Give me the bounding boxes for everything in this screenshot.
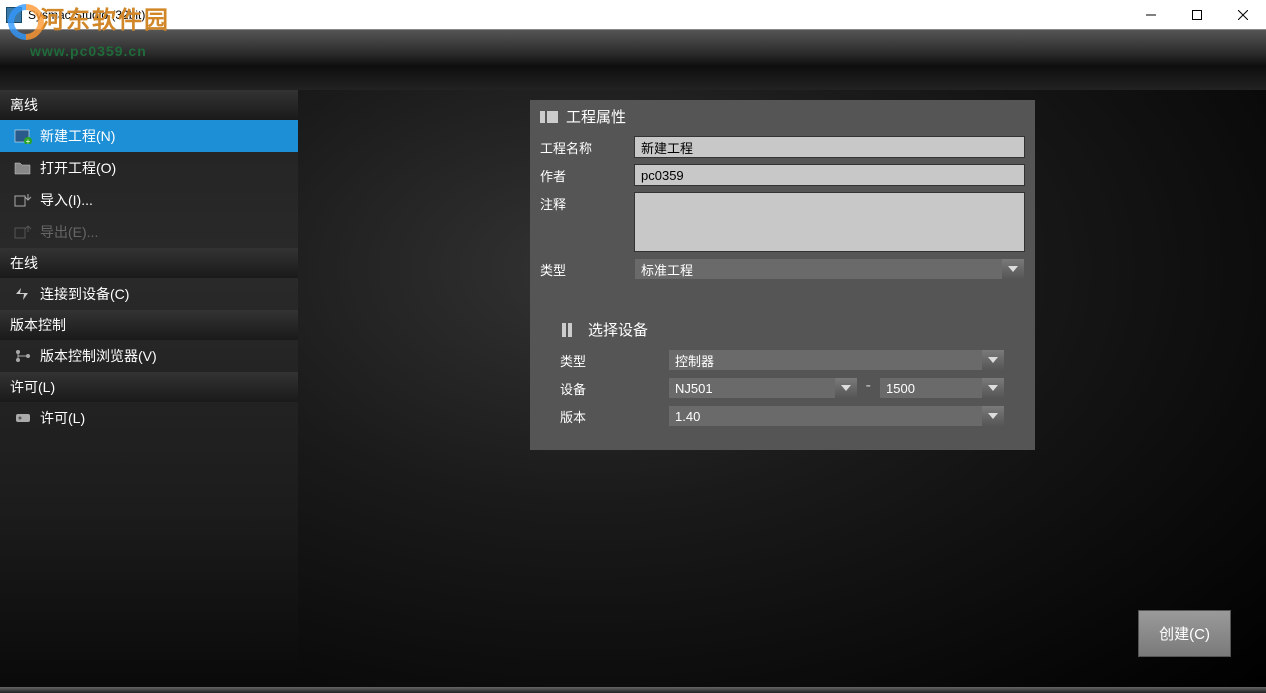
project-properties-panel: 工程属性 工程名称 作者 注释 类型 标准工程 xyxy=(530,100,1035,450)
panel-title-select-device: 选择设备 xyxy=(530,313,1035,346)
sidebar-item-license[interactable]: 许可(L) xyxy=(0,402,298,434)
sidebar-header-offline: 离线 xyxy=(0,90,298,120)
titlebar: Sysmac Studio (32bit) xyxy=(0,0,1266,30)
sidebar-item-label: 新建工程(N) xyxy=(40,126,115,146)
sidebar-item-export: 导出(E)... xyxy=(0,216,298,248)
license-icon xyxy=(14,410,32,426)
maximize-button[interactable] xyxy=(1174,0,1220,30)
sidebar-item-label: 打开工程(O) xyxy=(40,158,116,178)
chevron-down-icon xyxy=(982,406,1004,426)
input-author[interactable] xyxy=(634,164,1025,186)
close-button[interactable] xyxy=(1220,0,1266,30)
import-icon xyxy=(14,192,32,208)
sidebar: 离线 + 新建工程(N) 打开工程(O) 导入(I)... 导出(E)... 在 xyxy=(0,90,298,687)
label-version: 版本 xyxy=(560,407,668,426)
sidebar-item-label: 连接到设备(C) xyxy=(40,284,129,304)
input-comment[interactable] xyxy=(634,192,1025,252)
statusbar xyxy=(0,687,1266,693)
sidebar-item-label: 许可(L) xyxy=(40,408,85,428)
chevron-down-icon xyxy=(835,378,857,398)
app-icon xyxy=(6,7,22,23)
label-type: 类型 xyxy=(540,258,634,279)
sidebar-header-online: 在线 xyxy=(0,248,298,278)
connect-icon xyxy=(14,286,32,302)
chevron-down-icon xyxy=(982,378,1004,398)
minimize-button[interactable] xyxy=(1128,0,1174,30)
export-icon xyxy=(14,224,32,240)
toolbar xyxy=(0,30,1266,90)
input-project-name[interactable] xyxy=(634,136,1025,158)
select-project-type[interactable]: 标准工程 xyxy=(634,258,1025,280)
label-device: 设备 xyxy=(560,379,668,398)
select-device-type[interactable]: 控制器 xyxy=(668,349,1005,371)
window-title: Sysmac Studio (32bit) xyxy=(28,8,145,22)
sidebar-header-license: 许可(L) xyxy=(0,372,298,402)
sidebar-item-connect[interactable]: 连接到设备(C) xyxy=(0,278,298,310)
sidebar-item-import[interactable]: 导入(I)... xyxy=(0,184,298,216)
chevron-down-icon xyxy=(982,350,1004,370)
select-device-variant[interactable]: 1500 xyxy=(879,377,1005,399)
select-version[interactable]: 1.40 xyxy=(668,405,1005,427)
sidebar-item-version-browser[interactable]: 版本控制浏览器(V) xyxy=(0,340,298,372)
properties-icon xyxy=(540,109,558,125)
new-project-icon: + xyxy=(14,128,32,144)
sidebar-item-open-project[interactable]: 打开工程(O) xyxy=(0,152,298,184)
label-comment: 注释 xyxy=(540,192,634,213)
sidebar-item-label: 导出(E)... xyxy=(40,222,98,242)
sidebar-header-version: 版本控制 xyxy=(0,310,298,340)
create-button[interactable]: 创建(C) xyxy=(1138,610,1231,657)
sidebar-item-label: 版本控制浏览器(V) xyxy=(40,346,157,366)
panel-title-project-properties: 工程属性 xyxy=(530,100,1035,133)
svg-text:+: + xyxy=(26,137,31,144)
chevron-down-icon xyxy=(1002,259,1024,279)
device-icon xyxy=(560,322,578,338)
label-author: 作者 xyxy=(540,164,634,185)
label-project-name: 工程名称 xyxy=(540,136,634,157)
label-device-type: 类型 xyxy=(560,351,668,370)
sidebar-item-label: 导入(I)... xyxy=(40,190,93,210)
open-folder-icon xyxy=(14,160,32,176)
select-device-model[interactable]: NJ501 xyxy=(668,377,858,399)
version-icon xyxy=(14,348,32,364)
sidebar-item-new-project[interactable]: + 新建工程(N) xyxy=(0,120,298,152)
content-area: 工程属性 工程名称 作者 注释 类型 标准工程 xyxy=(298,90,1266,687)
